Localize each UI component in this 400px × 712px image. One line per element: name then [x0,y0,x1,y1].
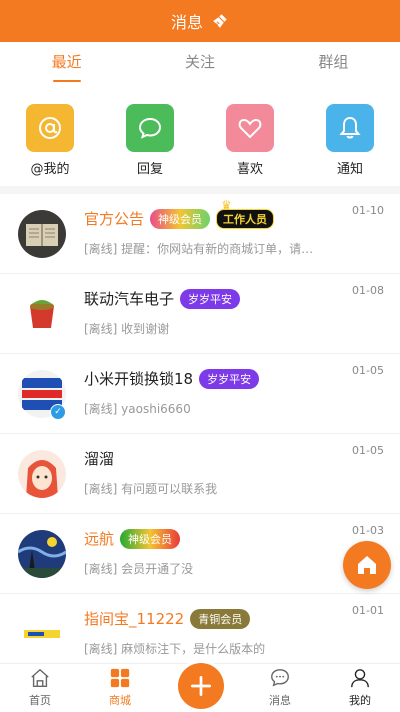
home-outline-icon [31,668,49,687]
list-item[interactable]: 溜溜 [离线] 有问题可以联系我 01-05 [0,434,400,514]
message-time: 01-10 [352,204,384,217]
message-time: 01-05 [352,364,384,377]
message-bubble-icon [271,669,289,687]
contact-name: 小米开锁换锁18 [84,370,194,388]
chat-bubble-icon [126,104,174,152]
plus-icon [190,675,212,697]
message-preview: [离线] 麻烦标注下，是什么版本的 [84,642,266,656]
tab-recent[interactable]: 最近 [0,42,133,84]
tab-following[interactable]: 关注 [133,42,266,84]
action-notifications[interactable]: 通知 [300,104,400,177]
message-tabs: 最近 关注 群组 [0,42,400,84]
name-line: 溜溜 [84,448,114,469]
member-badge: 岁岁平安 [199,368,260,389]
quick-actions: @我的 回复 喜欢 通知 [0,104,400,177]
at-icon [26,104,74,152]
list-item[interactable]: 指间宝_11222 青铜会员 [离线] 麻烦标注下，是什么版本的 01-01 [0,594,400,674]
list-item[interactable]: ✓ 小米开锁换锁18 岁岁平安 [离线] yaoshi6660 01-05 [0,354,400,434]
message-time: 01-03 [352,524,384,537]
message-list: 官方公告 神级会员 ♛ 工作人员 [离线] 提醒：你网站有新的商城订单，请… 0… [0,194,400,674]
contact-name: 溜溜 [84,450,115,468]
message-time: 01-08 [352,284,384,297]
message-preview: [离线] 会员开通了没 [84,562,194,576]
action-mentions[interactable]: @我的 [0,104,100,177]
avatar[interactable] [18,530,66,578]
home-icon [358,556,376,574]
staff-badge: ♛ 工作人员 [216,198,275,229]
top-bar: 消息 [0,0,400,42]
nav-mine[interactable]: 我的 [320,664,400,712]
member-badge: 神级会员 [120,528,181,549]
section-divider [0,186,400,194]
list-item[interactable]: 远航 神级会员 [离线] 会员开通了没 01-03 [0,514,400,594]
message-preview: [离线] 提醒：你网站有新的商城订单，请… [84,242,314,256]
nav-mine-label: 我的 [349,694,371,707]
nav-add-button[interactable] [178,663,224,709]
nav-mall-label: 商城 [109,694,131,707]
message-time: 01-01 [352,604,384,617]
nav-messages[interactable]: 消息 [240,664,320,712]
message-preview: [离线] 有问题可以联系我 [84,482,218,496]
message-preview: [离线] yaoshi6660 [84,402,191,416]
bell-icon [326,104,374,152]
member-badge: 岁岁平安 [180,288,241,309]
tab-groups[interactable]: 群组 [267,42,400,84]
nav-mall[interactable]: 商城 [80,664,160,712]
action-mentions-label: @我的 [30,162,70,177]
contact-name: 指间宝_11222 [84,610,185,628]
member-badge: 青铜会员 [190,608,251,629]
contact-name: 远航 [84,530,115,548]
avatar[interactable] [18,290,66,338]
nav-home-label: 首页 [29,694,51,707]
grid-icon [110,668,130,688]
avatar[interactable] [18,210,66,258]
action-likes-label: 喜欢 [236,162,263,177]
floating-home-button[interactable] [343,541,391,589]
contact-name: 官方公告 [84,210,145,228]
name-line: 官方公告 神级会员 ♛ 工作人员 [84,198,275,229]
name-line: 联动汽车电子 岁岁平安 [84,288,241,309]
clear-broom-icon[interactable] [211,12,229,30]
crown-icon: ♛ [221,197,232,212]
nav-messages-label: 消息 [269,694,291,707]
member-badge: 神级会员 [150,208,211,229]
user-icon [351,669,369,688]
action-notifications-label: 通知 [336,162,363,177]
staff-badge-label: 工作人员 [223,212,268,226]
nav-home[interactable]: 首页 [0,664,80,712]
action-likes[interactable]: 喜欢 [200,104,300,177]
list-item[interactable]: 联动汽车电子 岁岁平安 [离线] 收到谢谢 01-08 [0,274,400,354]
name-line: 小米开锁换锁18 岁岁平安 [84,368,260,389]
name-line: 指间宝_11222 青铜会员 [84,608,251,629]
avatar[interactable] [18,610,66,658]
message-time: 01-05 [352,444,384,457]
heart-icon [226,104,274,152]
contact-name: 联动汽车电子 [84,290,175,308]
list-item[interactable]: 官方公告 神级会员 ♛ 工作人员 [离线] 提醒：你网站有新的商城订单，请… 0… [0,194,400,274]
name-line: 远航 神级会员 [84,528,181,549]
avatar[interactable] [18,450,66,498]
page-title: 消息 [170,13,203,32]
message-preview: [离线] 收到谢谢 [84,322,170,336]
action-replies[interactable]: 回复 [100,104,200,177]
verified-badge-icon: ✓ [50,404,66,420]
action-replies-label: 回复 [136,162,163,177]
